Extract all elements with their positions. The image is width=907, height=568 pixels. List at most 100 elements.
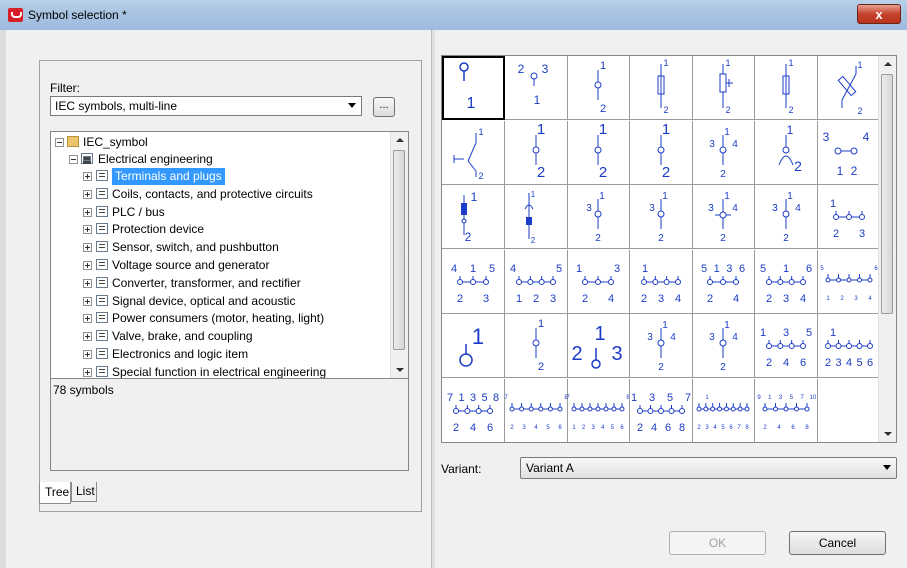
svg-text:1: 1: [725, 127, 731, 138]
symbol-cell[interactable]: 71358246: [442, 378, 505, 442]
symbol-bigpin-icon: 1: [459, 324, 484, 367]
symbol-cell[interactable]: 314 2: [692, 185, 756, 249]
symbol-cell[interactable]: 1 3 5 246: [755, 314, 818, 378]
svg-text:5: 5: [760, 263, 766, 275]
svg-text:2: 2: [833, 228, 839, 240]
symbol-cell[interactable]: 12: [692, 56, 756, 120]
scroll-up-icon[interactable]: [396, 138, 404, 142]
tab-tree[interactable]: Tree: [39, 482, 71, 504]
symbol-cell[interactable]: 12: [504, 185, 568, 249]
symbol-chain-icon: 1 2 3 4 5 6 7 8: [696, 395, 750, 431]
expand-icon[interactable]: [83, 296, 92, 306]
tab-list[interactable]: List: [71, 482, 97, 502]
symbol-cell[interactable]: 5 1 6 234: [755, 249, 818, 314]
scroll-down-icon[interactable]: [396, 368, 404, 372]
variant-select[interactable]: Variant A: [520, 457, 897, 479]
svg-text:3: 3: [709, 203, 715, 214]
pane-splitter[interactable]: [431, 30, 435, 568]
close-button[interactable]: x: [857, 4, 901, 24]
symbol-cell[interactable]: 9 1 3 5 7 10 2 4 6 8: [755, 378, 818, 442]
tree-scroll-thumb[interactable]: [393, 150, 405, 350]
symbol-cell[interactable]: 12: [442, 185, 505, 249]
svg-text:1: 1: [573, 425, 577, 431]
symbol-cell[interactable]: 12: [755, 56, 818, 120]
cancel-button[interactable]: Cancel: [789, 531, 886, 555]
tree-item-label: Special function in electrical engineeri…: [112, 364, 327, 379]
collapse-icon[interactable]: [55, 138, 64, 147]
svg-text:2: 2: [510, 425, 514, 431]
symbol-fuse-icon: 12: [657, 58, 668, 115]
svg-text:7: 7: [505, 395, 508, 401]
symbol-grid[interactable]: 1231121212121212121212314212341212123123…: [441, 55, 897, 443]
symbol-cell[interactable]: 3 4 12: [817, 120, 881, 185]
symbol-cell[interactable]: 561234: [817, 249, 881, 314]
collapse-icon[interactable]: [69, 155, 78, 164]
symbol-cell[interactable]: 4 5 123: [504, 249, 568, 314]
expand-icon[interactable]: [83, 367, 92, 377]
symbol-cell[interactable]: 12: [504, 314, 568, 378]
symbol-cell[interactable]: 5136 2 4: [692, 249, 756, 314]
symbol-cell[interactable]: 7823456: [504, 378, 568, 442]
symbol-cell[interactable]: 13572468: [629, 378, 693, 442]
symbol-cell[interactable]: 12: [567, 56, 631, 120]
expand-icon[interactable]: [83, 243, 92, 253]
expand-icon[interactable]: [83, 332, 92, 342]
symbol-cell[interactable]: 314 2: [629, 314, 693, 378]
symbol-cell[interactable]: 4 1 5 2 3: [442, 249, 505, 314]
symbol-switch-icon: 12: [453, 127, 484, 181]
symbol-cell[interactable]: 1: [442, 56, 505, 120]
symbol-cell[interactable]: 12: [629, 120, 693, 185]
expand-icon[interactable]: [83, 350, 92, 359]
svg-text:1: 1: [714, 263, 720, 275]
expand-icon[interactable]: [83, 225, 92, 235]
filter-select[interactable]: IEC symbols, multi-line: [50, 96, 362, 116]
scroll-down-icon[interactable]: [884, 432, 892, 436]
symbol-cell[interactable]: 31 2: [629, 185, 693, 249]
symbol-cell[interactable]: 1 2 3: [817, 185, 881, 249]
svg-text:2: 2: [658, 233, 664, 244]
svg-text:4: 4: [733, 293, 739, 305]
symbol-chain-icon: 1 2 3 4 5 6: [825, 327, 873, 369]
ok-button[interactable]: OK: [669, 531, 766, 555]
symbol-cell[interactable]: 314 2: [692, 314, 756, 378]
expand-icon[interactable]: [83, 314, 92, 324]
symbol-cell[interactable]: 12: [504, 120, 568, 185]
svg-text:3: 3: [612, 343, 623, 365]
symbol-cell[interactable]: 78123456: [567, 378, 631, 442]
symbol-cell[interactable]: 1 2345678: [692, 378, 756, 442]
symbol-cell[interactable]: 1 234: [629, 249, 693, 314]
symbol-cell[interactable]: 12: [442, 120, 505, 185]
grid-scroll-thumb[interactable]: [881, 74, 893, 314]
svg-text:4: 4: [651, 422, 657, 434]
symbol-cell[interactable]: 314 2: [755, 185, 818, 249]
expand-icon[interactable]: [83, 189, 92, 199]
expand-icon[interactable]: [83, 261, 92, 270]
symbol-cell[interactable]: 12: [567, 120, 631, 185]
filter-more-button[interactable]: ...: [373, 97, 395, 117]
expand-icon[interactable]: [83, 172, 92, 181]
symbol-cell[interactable]: 1 3 2 4: [567, 249, 631, 314]
symbol-chain-icon: 4 1 5 2 3: [451, 263, 495, 305]
svg-text:3: 3: [592, 425, 596, 431]
grid-scrollbar[interactable]: [878, 56, 896, 442]
svg-text:4: 4: [510, 263, 516, 275]
svg-text:2: 2: [766, 357, 772, 369]
symbol-cell[interactable]: 1: [442, 314, 505, 378]
svg-text:10: 10: [810, 395, 817, 401]
scroll-up-icon[interactable]: [884, 62, 892, 66]
expand-icon[interactable]: [83, 207, 92, 217]
tree-scrollbar[interactable]: [390, 132, 408, 378]
symbol-cell[interactable]: 12: [817, 56, 881, 120]
symbol-cell[interactable]: 1 23456: [817, 314, 881, 378]
expand-icon[interactable]: [83, 278, 92, 288]
symbol-cell[interactable]: 2 3 1: [504, 56, 568, 120]
symbol-cell[interactable]: 314 2: [692, 120, 756, 185]
symbol-cell[interactable]: 31 2: [567, 185, 631, 249]
symbol-cell[interactable]: 213: [567, 314, 631, 378]
svg-text:1: 1: [787, 191, 793, 202]
svg-text:1: 1: [725, 191, 731, 202]
symbol-tree[interactable]: IEC_symbol Electrical engineering Termin…: [50, 131, 409, 379]
symbol-cell[interactable]: 12: [755, 120, 818, 185]
svg-text:1: 1: [787, 123, 794, 137]
symbol-cell[interactable]: 12: [629, 56, 693, 120]
